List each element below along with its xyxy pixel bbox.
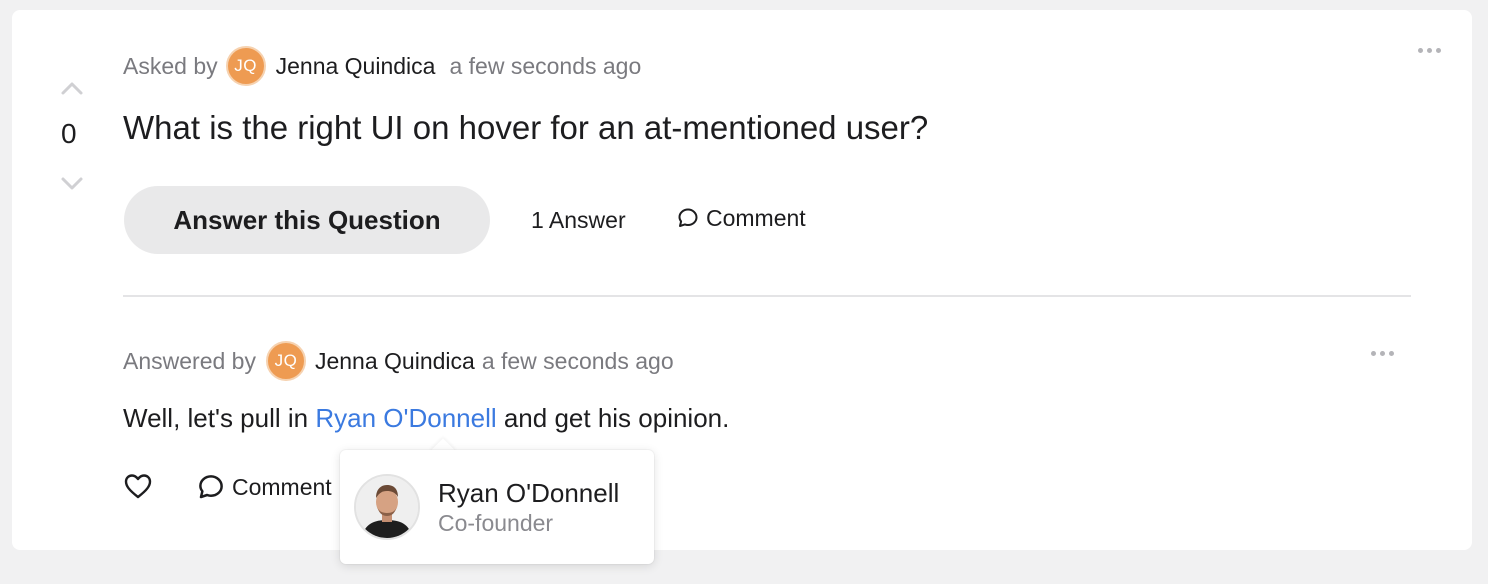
vote-count: 0: [61, 118, 77, 149]
avatar[interactable]: JQ: [265, 341, 306, 381]
answer-count-link[interactable]: 1 Answer: [531, 205, 626, 235]
question-title: What is the right UI on hover for an at-…: [123, 109, 929, 146]
comment-label: Comment: [232, 473, 332, 500]
answered-by-label: Answered by: [123, 347, 256, 374]
popover-user-name[interactable]: Ryan O'Donnell: [438, 478, 619, 509]
timestamp: a few seconds ago: [449, 52, 642, 79]
author-name[interactable]: Jenna Quindica: [315, 348, 475, 375]
asked-by-label: Asked by: [123, 52, 218, 79]
more-dot-icon: [1389, 351, 1394, 356]
question-card: 0 Asked by JQ Jenna Quindica a few secon…: [12, 10, 1472, 564]
answer-question-button[interactable]: Answer this Question: [124, 186, 490, 254]
profile-photo-icon: [356, 476, 418, 538]
user-hover-card: Ryan O'Donnell Co-founder: [340, 450, 654, 564]
answer-text-before: Well, let's pull in: [123, 403, 316, 433]
comment-icon: [199, 475, 223, 499]
heart-icon: [124, 474, 152, 499]
more-dot-icon: [1380, 351, 1385, 356]
divider: [123, 295, 1411, 297]
more-dot-icon: [1371, 351, 1376, 356]
downvote-button[interactable]: [60, 176, 84, 192]
avatar[interactable]: JQ: [225, 46, 266, 86]
user-photo: [354, 474, 420, 540]
answer-meta: Answered by JQ Jenna Quindica a few seco…: [123, 340, 674, 382]
user-mention-link[interactable]: Ryan O'Donnell: [315, 403, 496, 433]
upvote-button[interactable]: [60, 80, 84, 96]
author-name[interactable]: Jenna Quindica: [276, 53, 436, 80]
more-dot-icon: [1436, 48, 1441, 53]
timestamp: a few seconds ago: [481, 347, 674, 374]
more-options-button[interactable]: [1418, 48, 1441, 53]
comment-button[interactable]: Comment: [676, 203, 806, 233]
answer-text-after: and get his opinion.: [496, 403, 730, 433]
chevron-down-icon: [61, 177, 83, 190]
like-button[interactable]: [123, 472, 153, 505]
answer-more-options-button[interactable]: [1371, 351, 1394, 356]
popover-user-role: Co-founder: [438, 510, 554, 536]
answer-body: Well, let's pull in Ryan O'Donnell and g…: [123, 403, 729, 434]
chevron-up-icon: [61, 82, 83, 95]
comment-label: Comment: [706, 204, 806, 231]
more-dot-icon: [1427, 48, 1432, 53]
comment-icon: [678, 208, 698, 227]
answer-comment-button[interactable]: Comment: [196, 472, 332, 502]
more-dot-icon: [1418, 48, 1423, 53]
question-meta: Asked by JQ Jenna Quindica a few seconds…: [123, 45, 641, 87]
